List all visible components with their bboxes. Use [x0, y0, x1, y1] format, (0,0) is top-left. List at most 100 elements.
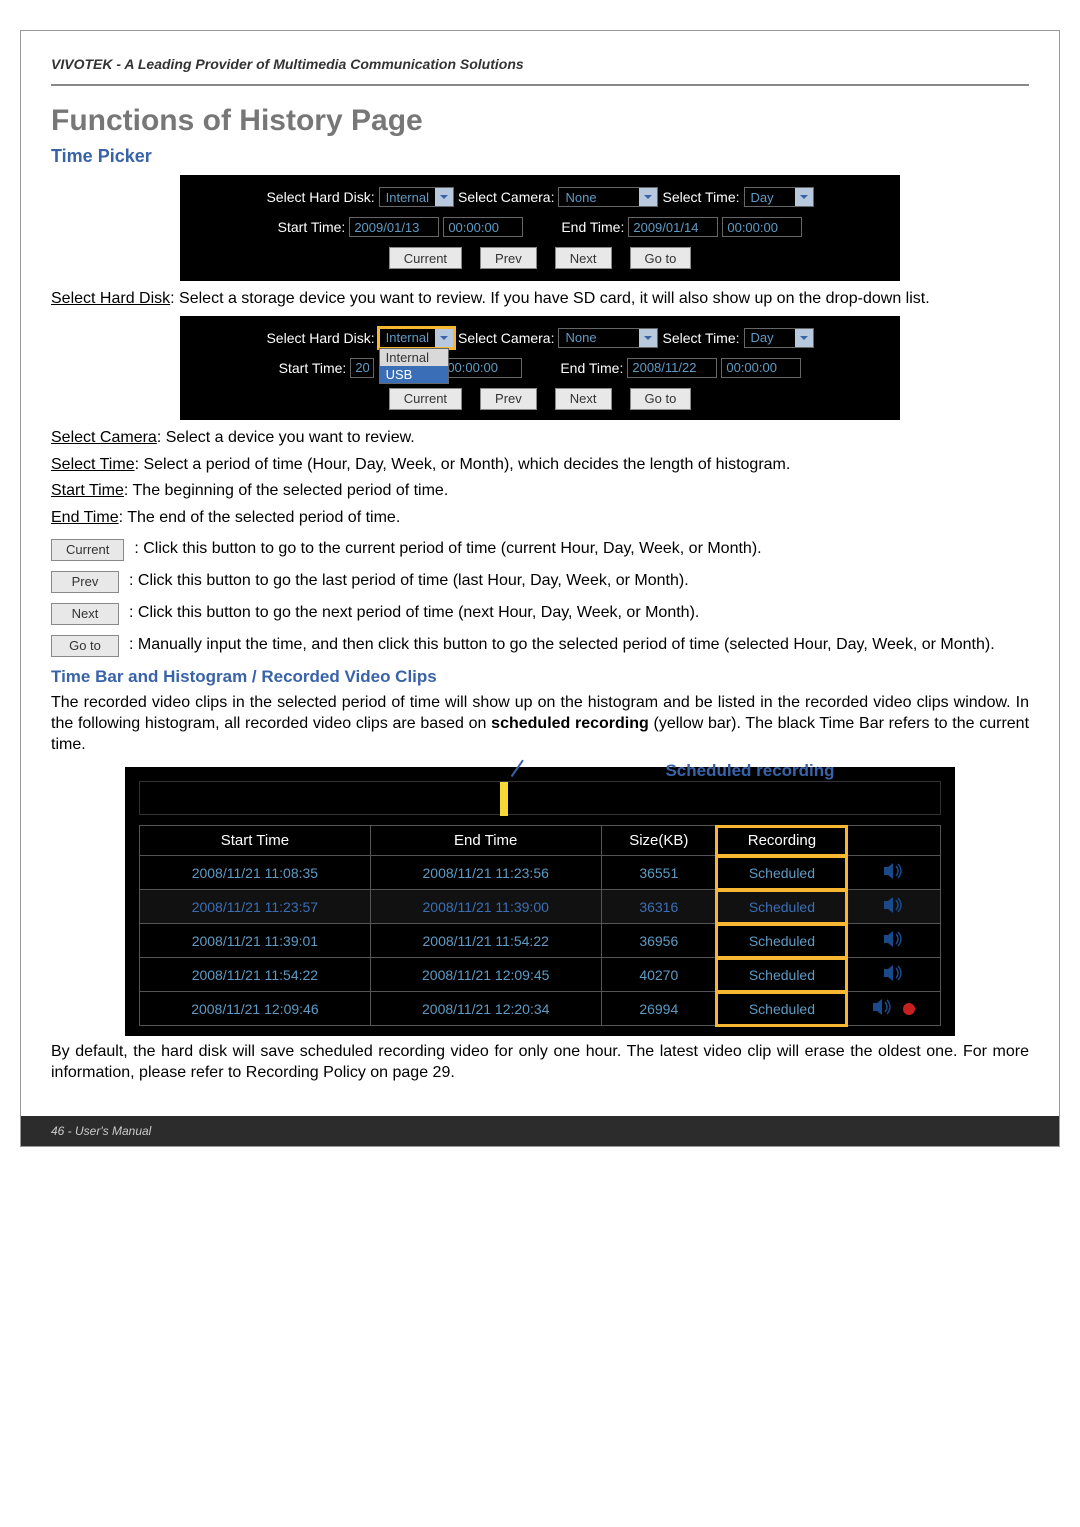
record-icon[interactable]	[901, 1001, 917, 1017]
end-date-input[interactable]	[628, 217, 718, 237]
hd-label: Select Hard Disk:	[266, 189, 374, 205]
prev-button[interactable]: Prev	[480, 247, 537, 269]
current-description: : Click this button to go to the current…	[134, 539, 761, 560]
table-row[interactable]: 2008/11/21 12:09:462008/11/21 12:20:3426…	[140, 992, 941, 1026]
page-title: Functions of History Page	[51, 104, 1029, 138]
section-time-picker: Time Picker	[51, 146, 1029, 167]
histogram-outro: By default, the hard disk will save sche…	[51, 1042, 1029, 1084]
col-start-time: Start Time	[140, 826, 371, 856]
cell-end: 2008/11/21 12:20:34	[370, 992, 601, 1026]
cam-dropdown[interactable]: None	[558, 187, 658, 207]
next-description: : Click this button to go the next perio…	[129, 603, 699, 624]
prev-description: : Click this button to go the last perio…	[129, 571, 689, 592]
start-time-label: Start Time:	[278, 219, 346, 235]
page-header: VIVOTEK - A Leading Provider of Multimed…	[21, 31, 1059, 78]
end-time-label: End Time:	[560, 360, 623, 376]
speaker-icon[interactable]	[882, 930, 906, 951]
cam-dropdown[interactable]: None	[558, 328, 658, 348]
histogram-marker	[500, 782, 508, 816]
chevron-down-icon	[795, 188, 813, 206]
goto-description: : Manually input the time, and then clic…	[129, 635, 995, 656]
time-dropdown[interactable]: Day	[744, 328, 814, 348]
col-end-time: End Time	[370, 826, 601, 856]
cell-size: 36956	[601, 924, 716, 958]
current-button[interactable]: Current	[389, 247, 462, 269]
histogram-intro: The recorded video clips in the selected…	[51, 693, 1029, 755]
chevron-down-icon	[639, 188, 657, 206]
next-button-ref: Next	[51, 603, 119, 625]
speaker-icon[interactable]	[882, 964, 906, 985]
table-row[interactable]: 2008/11/21 11:39:012008/11/21 11:54:2236…	[140, 924, 941, 958]
cell-actions	[847, 992, 940, 1026]
end-description: End Time: The end of the selected period…	[51, 508, 1029, 529]
time-label: Select Time:	[662, 330, 739, 346]
recorded-clips-table: Start Time End Time Size(KB) Recording 2…	[139, 825, 941, 1026]
hd-dropdown[interactable]: Internal	[379, 187, 454, 207]
chevron-down-icon	[795, 329, 813, 347]
current-button[interactable]: Current	[389, 388, 462, 410]
cell-actions	[847, 890, 940, 924]
cell-start: 2008/11/21 11:39:01	[140, 924, 371, 958]
start-time-input[interactable]	[442, 358, 522, 378]
cell-actions	[847, 924, 940, 958]
prev-button-ref: Prev	[51, 571, 119, 593]
hd-description: Select Hard Disk: Select a storage devic…	[51, 289, 1029, 310]
start-date-input[interactable]	[349, 217, 439, 237]
cell-start: 2008/11/21 11:08:35	[140, 856, 371, 890]
section-histogram: Time Bar and Histogram / Recorded Video …	[51, 667, 1029, 687]
page-footer: 46 - User's Manual	[21, 1116, 1059, 1146]
start-description: Start Time: The beginning of the selecte…	[51, 481, 1029, 502]
table-row[interactable]: 2008/11/21 11:08:352008/11/21 11:23:5636…	[140, 856, 941, 890]
current-button-ref: Current	[51, 539, 124, 561]
table-row[interactable]: 2008/11/21 11:23:572008/11/21 11:39:0036…	[140, 890, 941, 924]
start-time-label: Start Time:	[279, 360, 347, 376]
cell-size: 36316	[601, 890, 716, 924]
cell-end: 2008/11/21 11:23:56	[370, 856, 601, 890]
col-actions	[847, 826, 940, 856]
time-description: Select Time: Select a period of time (Ho…	[51, 455, 1029, 476]
next-button[interactable]: Next	[555, 388, 612, 410]
goto-button[interactable]: Go to	[630, 247, 692, 269]
end-time-label: End Time:	[561, 219, 624, 235]
cell-end: 2008/11/21 11:39:00	[370, 890, 601, 924]
start-date-input[interactable]	[350, 358, 374, 378]
cam-description: Select Camera: Select a device you want …	[51, 428, 1029, 449]
histogram-container: Start Time End Time Size(KB) Recording 2…	[125, 767, 955, 1036]
table-row[interactable]: 2008/11/21 11:54:222008/11/21 12:09:4540…	[140, 958, 941, 992]
hd-option-internal[interactable]: Internal	[380, 349, 448, 366]
cell-end: 2008/11/21 11:54:22	[370, 924, 601, 958]
speaker-icon[interactable]	[882, 896, 906, 917]
end-date-input[interactable]	[627, 358, 717, 378]
goto-button[interactable]: Go to	[630, 388, 692, 410]
hd-option-usb[interactable]: USB	[380, 366, 448, 383]
time-dropdown[interactable]: Day	[744, 187, 814, 207]
end-time-input[interactable]	[722, 217, 802, 237]
chevron-down-icon	[639, 329, 657, 347]
cell-size: 26994	[601, 992, 716, 1026]
cell-recording: Scheduled	[716, 924, 847, 958]
cell-actions	[847, 958, 940, 992]
cell-recording: Scheduled	[716, 958, 847, 992]
cell-recording: Scheduled	[716, 890, 847, 924]
hd-dropdown-open[interactable]: Internal Internal USB	[379, 328, 454, 348]
end-time-input[interactable]	[721, 358, 801, 378]
cell-end: 2008/11/21 12:09:45	[370, 958, 601, 992]
speaker-icon[interactable]	[871, 998, 895, 1019]
cam-label: Select Camera:	[458, 330, 554, 346]
time-picker-panel-open: Select Hard Disk: Internal Internal USB …	[180, 316, 900, 420]
cell-recording: Scheduled	[716, 992, 847, 1026]
chevron-down-icon	[435, 188, 453, 206]
col-size: Size(KB)	[601, 826, 716, 856]
start-time-input[interactable]	[443, 217, 523, 237]
time-label: Select Time:	[662, 189, 739, 205]
goto-button-ref: Go to	[51, 635, 119, 657]
next-button[interactable]: Next	[555, 247, 612, 269]
hd-label: Select Hard Disk:	[266, 330, 374, 346]
time-picker-panel: Select Hard Disk: Internal Select Camera…	[180, 175, 900, 281]
prev-button[interactable]: Prev	[480, 388, 537, 410]
cell-recording: Scheduled	[716, 856, 847, 890]
cam-label: Select Camera:	[458, 189, 554, 205]
cell-start: 2008/11/21 11:23:57	[140, 890, 371, 924]
speaker-icon[interactable]	[882, 862, 906, 883]
hd-dropdown-list[interactable]: Internal USB	[379, 348, 449, 384]
